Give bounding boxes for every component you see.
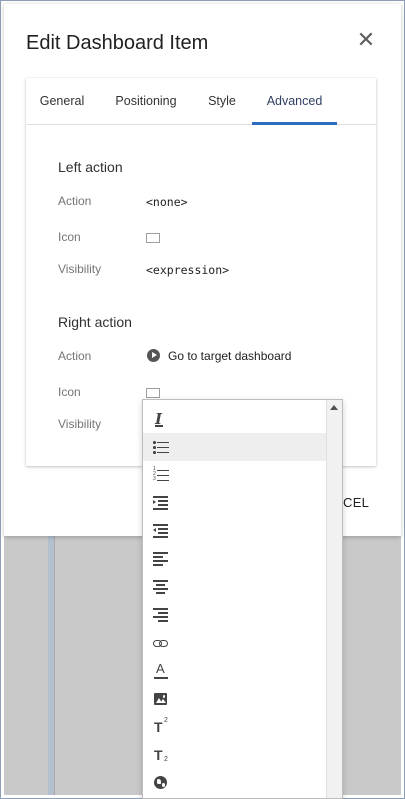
image-icon	[153, 691, 169, 707]
icon-dropdown[interactable]: I 1 2 3 A T 2 T 2	[142, 399, 343, 799]
right-action-icon-picker[interactable]	[146, 388, 160, 398]
dropdown-item-globe[interactable]	[143, 769, 326, 797]
bulleted-list-icon	[153, 439, 169, 455]
right-action-visibility-label: Visibility	[58, 417, 102, 431]
backdrop-divider	[54, 536, 55, 795]
right-action-action-value[interactable]: Go to target dashboard	[168, 349, 291, 363]
right-action-action-label: Action	[58, 349, 92, 363]
tab-style[interactable]: Style	[202, 78, 242, 125]
scroll-up-arrow-icon[interactable]	[330, 405, 338, 410]
left-action-icon-picker[interactable]	[146, 233, 160, 243]
subscript-icon: T2	[154, 747, 168, 763]
indent-icon	[153, 495, 169, 511]
left-action-icon-label: Icon	[58, 230, 81, 244]
dialog-title: Edit Dashboard Item	[26, 32, 209, 54]
dropdown-item-align-center[interactable]	[143, 573, 326, 601]
tab-positioning[interactable]: Positioning	[110, 78, 182, 125]
dropdown-item-image[interactable]	[143, 685, 326, 713]
outdent-icon	[153, 523, 169, 539]
dropdown-scrollbar[interactable]	[326, 400, 342, 798]
dropdown-item-clear-formatting[interactable]: I	[143, 405, 326, 433]
cancel-button[interactable]: CEL	[343, 495, 369, 510]
superscript-icon: T2	[154, 717, 168, 735]
dropdown-item-superscript[interactable]: T2	[143, 713, 326, 741]
close-icon[interactable]: ✕	[356, 29, 376, 51]
align-right-icon	[153, 607, 169, 623]
align-center-icon	[153, 579, 169, 595]
left-action-action-value[interactable]: <none>	[146, 195, 188, 209]
dropdown-item-subscript[interactable]: T2	[143, 741, 326, 769]
align-left-icon	[153, 551, 169, 567]
tab-advanced[interactable]: Advanced	[252, 78, 337, 125]
dropdown-item-link[interactable]	[143, 629, 326, 657]
dropdown-item-outdent[interactable]	[143, 517, 326, 545]
play-circle-icon	[147, 349, 160, 362]
dropdown-item-text-color[interactable]: A	[143, 657, 326, 685]
right-action-icon-label: Icon	[58, 385, 81, 399]
link-icon	[153, 635, 169, 651]
text-color-icon: A	[153, 661, 169, 679]
left-action-action-label: Action	[58, 194, 92, 208]
tab-bar: General Positioning Style Advanced	[26, 78, 376, 125]
dropdown-item-bulleted-list[interactable]	[143, 433, 326, 461]
left-action-visibility-label: Visibility	[58, 262, 102, 276]
left-action-title: Left action	[58, 159, 123, 175]
numbered-list-icon: 1 2 3	[153, 467, 169, 483]
globe-icon	[153, 775, 169, 791]
left-action-visibility-value[interactable]: <expression>	[146, 263, 229, 277]
clear-formatting-icon: I	[155, 410, 163, 428]
tab-general[interactable]: General	[32, 78, 92, 125]
dropdown-item-align-left[interactable]	[143, 545, 326, 573]
dropdown-item-align-right[interactable]	[143, 601, 326, 629]
dropdown-item-numbered-list[interactable]: 1 2 3	[143, 461, 326, 489]
right-action-title: Right action	[58, 314, 132, 330]
dropdown-item-indent[interactable]	[143, 489, 326, 517]
active-tab-indicator	[252, 122, 337, 125]
